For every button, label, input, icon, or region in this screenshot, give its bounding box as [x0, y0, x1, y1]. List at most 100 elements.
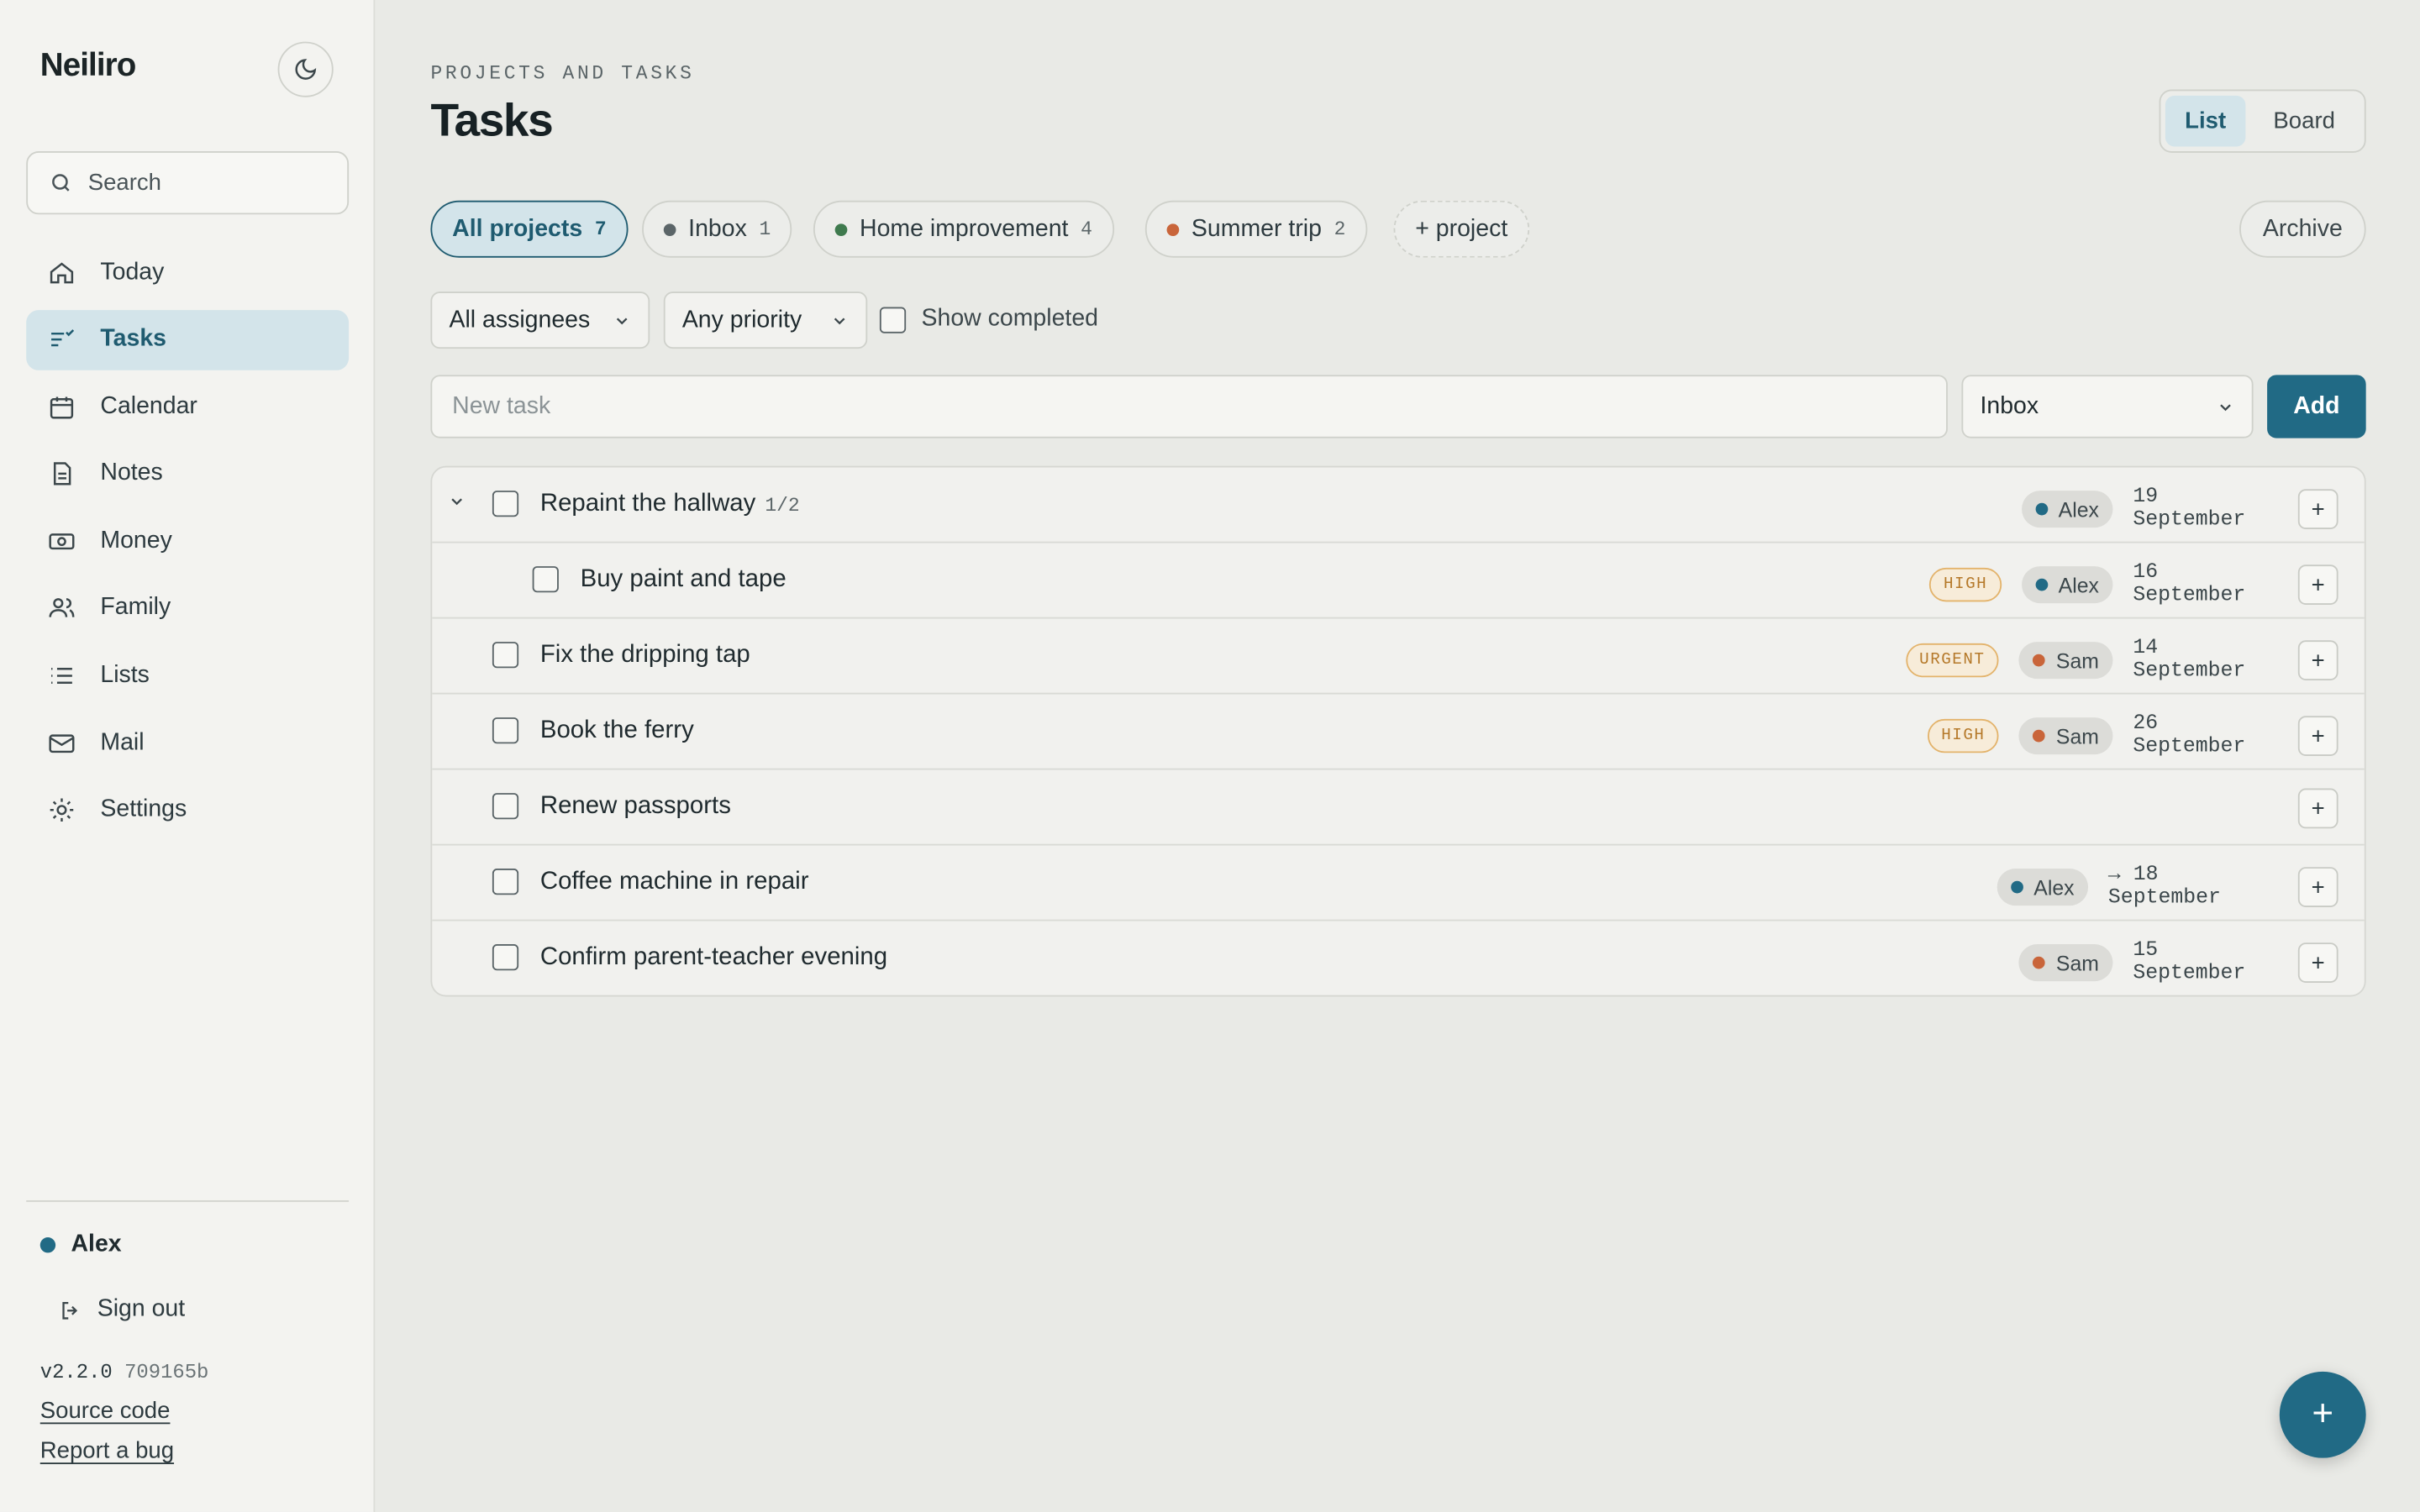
- task-row: Coffee machine in repair Alex → 18 Septe…: [432, 846, 2365, 921]
- assignee-dot: [2033, 729, 2046, 743]
- task-title[interactable]: Renew passports: [540, 793, 731, 821]
- sidebar-item-calendar[interactable]: Calendar: [26, 376, 349, 437]
- sidebar-item-family[interactable]: Family: [26, 579, 349, 639]
- task-checkbox[interactable]: [492, 793, 519, 820]
- add-subtask-button[interactable]: +: [2297, 640, 2338, 680]
- project-chip-home-improvement[interactable]: Home improvement 4: [813, 200, 1114, 258]
- sign-out-button[interactable]: Sign out: [59, 1296, 185, 1324]
- task-checkbox[interactable]: [492, 642, 519, 669]
- assignee-name: Alex: [2058, 573, 2099, 596]
- sidebar-item-label: Calendar: [100, 392, 197, 420]
- show-completed-toggle[interactable]: Show completed: [879, 305, 1098, 333]
- sidebar-item-notes[interactable]: Notes: [26, 444, 349, 505]
- new-item-fab[interactable]: +: [2279, 1371, 2366, 1458]
- sidebar-item-settings[interactable]: Settings: [26, 780, 349, 841]
- task-row: Repaint the hallway 1/2 Alex 19 September…: [432, 468, 2365, 543]
- task-checkbox[interactable]: [492, 491, 519, 517]
- note-icon: [53, 462, 71, 486]
- sidebar: Neiliro Search Today Tasks Calendar Note…: [0, 0, 376, 1512]
- version-number: v2.2.0: [39, 1360, 113, 1384]
- add-subtask-button[interactable]: +: [2297, 867, 2338, 907]
- chevron-down-icon: [834, 317, 845, 324]
- task-checkbox[interactable]: [492, 944, 519, 971]
- show-completed-label: Show completed: [921, 305, 1098, 332]
- task-checkbox[interactable]: [492, 717, 519, 744]
- source-code-link[interactable]: Source code: [40, 1398, 171, 1424]
- add-task-button[interactable]: Add: [2267, 375, 2366, 438]
- task-title[interactable]: Repaint the hallway 1/2: [540, 491, 800, 518]
- commit-hash: 709165b: [124, 1360, 209, 1384]
- task-row: Buy paint and tape HIGH Alex 16 Septembe…: [432, 543, 2365, 619]
- assignee-pill[interactable]: Sam: [2018, 642, 2113, 680]
- sidebar-item-label: Lists: [100, 662, 150, 689]
- project-color-dot: [834, 223, 848, 236]
- task-meta: +: [2297, 788, 2338, 829]
- sidebar-item-today[interactable]: Today: [26, 242, 349, 302]
- chip-count: 4: [1081, 218, 1092, 240]
- assignee-filter-value: All assignees: [449, 306, 591, 333]
- add-subtask-button[interactable]: +: [2297, 489, 2338, 529]
- theme-toggle-button[interactable]: [277, 41, 334, 97]
- new-task-input[interactable]: New task: [430, 375, 1948, 438]
- chip-label: Home improvement: [860, 215, 1069, 242]
- add-subtask-button[interactable]: +: [2297, 788, 2338, 829]
- archive-button[interactable]: Archive: [2239, 200, 2366, 258]
- new-task-project-select[interactable]: Inbox: [1961, 375, 2254, 438]
- show-completed-checkbox[interactable]: [879, 306, 907, 333]
- sidebar-item-mail[interactable]: Mail: [26, 713, 349, 774]
- task-meta: HIGH Sam 26 September +: [1927, 713, 2338, 759]
- sidebar-item-lists[interactable]: Lists: [26, 646, 349, 706]
- task-checkbox[interactable]: [532, 566, 559, 593]
- add-subtask-button[interactable]: +: [2297, 564, 2338, 605]
- money-icon: [49, 533, 75, 549]
- search-input[interactable]: Search: [26, 150, 350, 215]
- add-subtask-button[interactable]: +: [2297, 942, 2338, 983]
- task-row: Fix the dripping tap URGENT Sam 14 Septe…: [432, 619, 2365, 695]
- project-chip-all[interactable]: All projects 7: [430, 200, 629, 258]
- assignee-dot: [2010, 880, 2023, 894]
- report-bug-link[interactable]: Report a bug: [40, 1438, 174, 1464]
- page-title: Tasks: [430, 95, 553, 147]
- task-row: Book the ferry HIGH Sam 26 September +: [432, 695, 2365, 770]
- sidebar-item-label: Notes: [100, 459, 163, 487]
- subtask-progress: 1/2: [765, 495, 800, 517]
- task-title[interactable]: Book the ferry: [540, 717, 694, 745]
- assignee-pill[interactable]: Alex: [1996, 869, 2089, 906]
- assignee-pill[interactable]: Alex: [2021, 566, 2113, 604]
- calendar-icon: [50, 396, 74, 418]
- priority-filter[interactable]: Any priority: [663, 291, 868, 349]
- project-chip-summer-trip[interactable]: Summer trip 2: [1144, 200, 1368, 258]
- task-title[interactable]: Coffee machine in repair: [540, 869, 809, 896]
- assignee-filter[interactable]: All assignees: [430, 291, 650, 349]
- task-checkbox[interactable]: [492, 869, 519, 895]
- tasks-icon: [51, 329, 75, 347]
- add-project-button[interactable]: + project: [1393, 200, 1529, 258]
- sidebar-item-label: Family: [100, 594, 171, 622]
- assignee-pill[interactable]: Alex: [2021, 491, 2113, 528]
- task-meta: URGENT Sam 14 September +: [1905, 638, 2338, 684]
- user-name: Alex: [71, 1231, 122, 1257]
- chip-label: All projects: [452, 215, 583, 242]
- task-title[interactable]: Confirm parent-teacher evening: [540, 944, 887, 972]
- board-view-button[interactable]: Board: [2252, 96, 2357, 147]
- task-title[interactable]: Fix the dripping tap: [540, 642, 750, 669]
- task-title[interactable]: Buy paint and tape: [581, 566, 786, 594]
- version-info: v2.2.0 709165b: [40, 1361, 209, 1384]
- page-eyebrow: PROJECTS AND TASKS: [430, 63, 695, 86]
- assignee-pill[interactable]: Sam: [2018, 944, 2113, 982]
- assignee-pill[interactable]: Sam: [2018, 717, 2113, 755]
- project-chip-inbox[interactable]: Inbox 1: [642, 200, 793, 258]
- priority-badge: HIGH: [1929, 567, 2002, 602]
- project-select-value: Inbox: [1980, 392, 2039, 419]
- sidebar-item-money[interactable]: Money: [26, 512, 349, 572]
- search-placeholder: Search: [87, 170, 161, 197]
- list-view-button[interactable]: List: [2165, 95, 2246, 147]
- chevron-down-icon: [2220, 403, 2231, 411]
- moon-icon: [295, 59, 317, 80]
- chevron-down-icon[interactable]: [448, 492, 466, 511]
- sign-out-icon: [62, 1301, 78, 1319]
- add-subtask-button[interactable]: +: [2297, 716, 2338, 756]
- sidebar-item-tasks[interactable]: Tasks: [26, 309, 350, 370]
- assignee-name: Sam: [2055, 951, 2099, 974]
- chip-count: 1: [759, 218, 771, 240]
